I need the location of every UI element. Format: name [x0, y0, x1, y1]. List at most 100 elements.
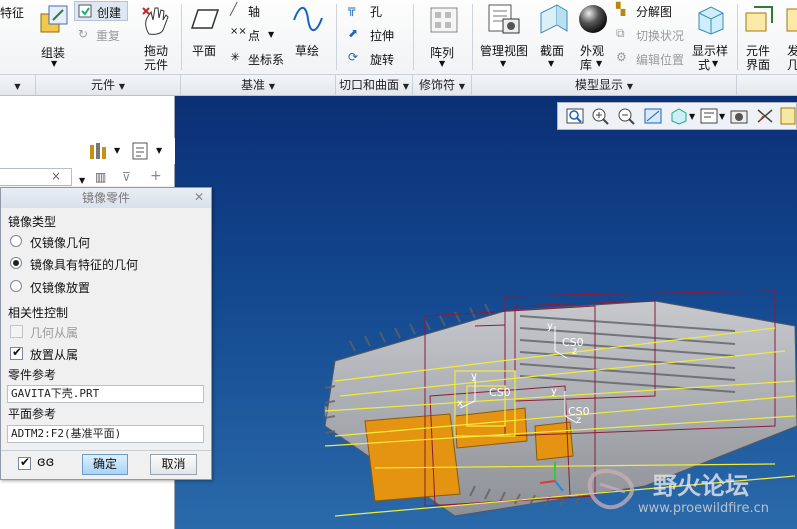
plane-icon — [190, 9, 220, 29]
create-button[interactable]: 创建 — [74, 1, 128, 21]
point-label: 点 — [248, 29, 261, 43]
group-datum[interactable]: 基准 ▼ — [181, 74, 336, 95]
chevron-down-icon: ▼ — [268, 30, 275, 39]
component-interface-button[interactable]: 元件 界面 — [742, 2, 778, 72]
radio-button[interactable] — [10, 280, 22, 292]
divider — [1, 450, 211, 451]
revolve-icon: ⟳ — [348, 50, 359, 64]
model-tree-search[interactable]: × — [0, 168, 72, 186]
appearance-library-button[interactable]: 外观 库 ▼ — [576, 2, 610, 72]
chevron-down-icon: ▼ — [500, 59, 507, 68]
point-icon: ×× — [230, 26, 247, 37]
plane-button[interactable]: 平面 — [188, 2, 224, 72]
part-ref-field[interactable]: GAVITA下壳.PRT — [7, 385, 204, 403]
repeat-label: 重复 — [96, 29, 121, 43]
group-modifiers[interactable]: 修饰符 ▼ — [413, 74, 472, 95]
section-label: 截面 — [540, 44, 565, 58]
explode-view-button[interactable]: ▚ 分解图 — [616, 1, 688, 21]
component-ui-label-2: 界面 — [746, 58, 771, 72]
close-icon[interactable]: ✕ — [194, 190, 204, 204]
watermark-url: www.proewildfire.cn — [638, 501, 769, 516]
radio-option-geometry-with-features[interactable]: 镜像具有特征的几何 — [10, 255, 200, 273]
chevron-down-icon: ▼ — [439, 59, 446, 68]
chevron-down-icon[interactable]: ▼ — [156, 146, 162, 155]
chevron-down-icon: ▼ — [626, 82, 633, 91]
edit-position-icon: ⚙ — [616, 50, 627, 64]
tree-columns-icon[interactable]: ▥ — [95, 170, 106, 184]
checkbox-checked[interactable] — [10, 345, 23, 360]
geometry-dependent-checkbox[interactable]: 几何从属 — [10, 324, 190, 342]
axis-icon: ╱ — [230, 2, 238, 16]
csys-button[interactable]: ✳ 坐标系 — [228, 49, 288, 69]
model-render[interactable] — [175, 96, 797, 529]
chevron-down-icon: ▼ — [268, 82, 275, 91]
glasses-icon[interactable]: ɞɞ — [37, 455, 54, 470]
chevron-down-icon: ▼ — [548, 59, 555, 68]
point-button[interactable]: ×× 点 ▼ — [228, 25, 278, 45]
chevron-down-icon: ▼ — [458, 82, 465, 91]
mirror-type-label: 镜像类型 — [8, 215, 57, 229]
chevron-down-icon[interactable]: ▼ — [114, 146, 120, 155]
group-datum-label: 基准 — [241, 78, 266, 92]
pattern-icon — [430, 7, 458, 33]
manage-views-button[interactable]: 管理视图 ▼ — [478, 2, 532, 72]
axis-y-label-2: y — [471, 371, 477, 382]
publish-geometry-button[interactable]: 发 几 — [783, 2, 797, 72]
add-icon[interactable]: + — [150, 168, 162, 184]
group-model-display[interactable]: 模型显示 ▼ — [472, 74, 737, 95]
display-style-button[interactable]: 显示样 式 ▼ — [692, 2, 730, 72]
show-icon[interactable] — [131, 141, 149, 161]
radio-button-selected[interactable] — [10, 257, 22, 269]
revolve-button[interactable]: ⟳ 旋转 — [346, 49, 406, 69]
radio-button[interactable] — [10, 235, 22, 247]
settings-icon[interactable] — [88, 141, 110, 161]
placement-dependent-checkbox[interactable]: 放置从属 — [10, 345, 190, 364]
repeat-button[interactable]: ↻ 重复 — [76, 25, 128, 45]
dependency-label: 相关性控制 — [8, 306, 69, 320]
radio-label: 镜像具有特征的几何 — [30, 258, 139, 272]
component-interface-icon — [745, 6, 773, 32]
chevron-down-icon: ▼ — [118, 82, 125, 91]
ok-button[interactable]: 确定 — [82, 454, 128, 475]
group-cuts-surfaces-label: 切口和曲面 — [339, 78, 400, 92]
ribbon: 特征 组装 ▼ 创建 ↻ 重复 拖动 元件 平面 ╱ 轴 ×× 点 ▼ ✳ 坐标… — [0, 0, 797, 96]
checkbox[interactable] — [10, 325, 23, 338]
assemble-button[interactable]: 组装 ▼ — [36, 2, 72, 72]
edit-position-button[interactable]: ⚙ 编辑位置 — [616, 49, 688, 69]
group-model-display-label: 模型显示 — [575, 78, 624, 92]
group-left-edge[interactable]: ▼ — [0, 74, 36, 95]
chevron-down-icon[interactable]: ▼ — [79, 176, 85, 185]
group-components[interactable]: 元件 ▼ — [36, 74, 181, 95]
separator — [472, 4, 473, 70]
section-button[interactable]: 截面 ▼ — [536, 2, 570, 72]
extrude-button[interactable]: ⬈ 拉伸 — [346, 25, 406, 45]
group-cuts-surfaces[interactable]: 切口和曲面 ▼ — [336, 74, 413, 95]
edit-position-label: 编辑位置 — [636, 53, 685, 67]
repeat-icon: ↻ — [78, 27, 89, 41]
axis-button[interactable]: ╱ 轴 — [228, 1, 278, 21]
radio-option-placement[interactable]: 仅镜像放置 — [10, 278, 190, 296]
filter-icon[interactable]: ⊽ — [122, 170, 131, 184]
separator — [737, 4, 738, 70]
drag-components-button[interactable]: 拖动 元件 — [138, 2, 174, 72]
axis-z-label-1: z — [572, 346, 578, 357]
orange-pad-left — [364, 413, 461, 502]
pattern-button[interactable]: 阵列 ▼ — [424, 2, 464, 72]
radio-option-geometry[interactable]: 仅镜像几何 — [10, 233, 190, 251]
separator — [413, 4, 414, 70]
section-icon — [540, 4, 568, 34]
chevron-down-icon: ▼ — [402, 82, 409, 91]
group-right[interactable] — [737, 74, 797, 95]
preview-checkbox[interactable] — [18, 455, 31, 470]
feature-label[interactable]: 特征 — [0, 4, 24, 21]
hole-button[interactable]: ╦ 孔 — [346, 1, 406, 21]
toggle-status-button[interactable]: ⧉ 切换状况 — [616, 25, 688, 45]
cancel-button[interactable]: 取消 — [150, 454, 197, 475]
display-style-label-2: 式 — [698, 58, 711, 72]
checkbox-label: 放置从属 — [30, 348, 79, 362]
graphics-window[interactable]: ▼ ▼ CS0 z y CS0 y x CS0 y z 野火论坛 www.pro… — [175, 96, 797, 529]
clear-icon[interactable]: × — [51, 169, 61, 183]
sketch-button[interactable]: 草绘 — [290, 2, 326, 72]
axis-z-label-3: z — [576, 415, 582, 426]
plane-ref-field[interactable]: ADTM2:F2(基准平面) — [7, 425, 204, 443]
